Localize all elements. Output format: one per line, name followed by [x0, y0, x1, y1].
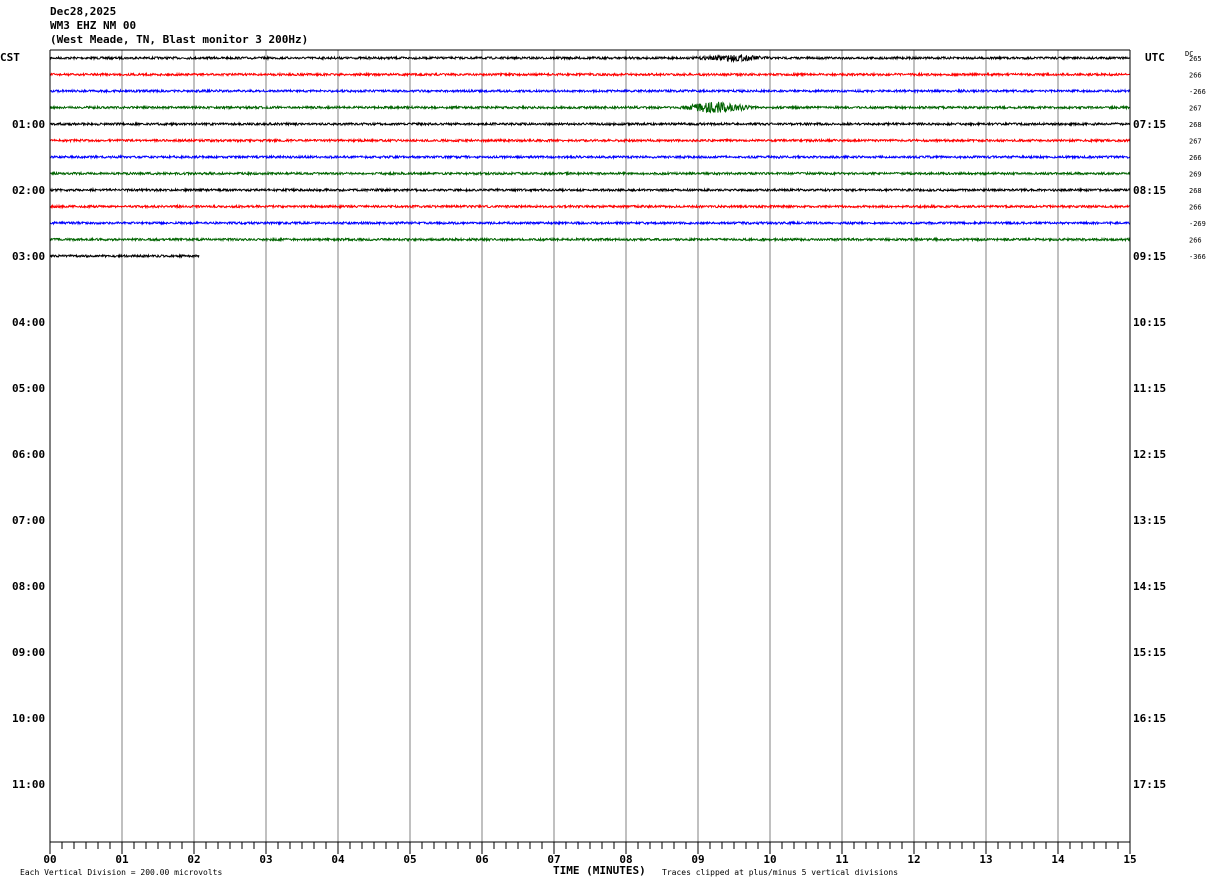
- right-hour-label: 17:15: [1133, 778, 1166, 791]
- right-hour-label: 11:15: [1133, 382, 1166, 395]
- dc-offset-label: 268: [1189, 121, 1202, 129]
- trace-row: [49, 203, 1131, 210]
- x-tick-label: 11: [835, 853, 849, 866]
- dc-offset-label: 267: [1189, 138, 1202, 146]
- x-tick-label: 01: [115, 853, 129, 866]
- dc-offset-label: 269: [1189, 171, 1202, 179]
- right-hour-label: 15:15: [1133, 646, 1166, 659]
- right-hour-label: 16:15: [1133, 712, 1166, 725]
- x-tick-label: 05: [403, 853, 416, 866]
- dc-offset-label: 266: [1189, 237, 1202, 245]
- right-axis-title: UTC: [1145, 51, 1165, 64]
- left-hour-label: 05:00: [12, 382, 45, 395]
- trace-row: [49, 253, 200, 259]
- left-hour-label: 08:00: [12, 580, 45, 593]
- x-tick-label: 04: [331, 853, 345, 866]
- dc-column-label: DC: [1185, 50, 1193, 58]
- dc-offset-label: -266: [1189, 88, 1206, 96]
- x-tick-label: 10: [763, 853, 776, 866]
- left-hour-label: 01:00: [12, 118, 45, 131]
- x-axis-title: TIME (MINUTES): [553, 864, 646, 877]
- dc-offset-label: 266: [1189, 72, 1202, 80]
- right-hour-label: 10:15: [1133, 316, 1166, 329]
- minute-gridlines: [121, 50, 1059, 842]
- right-hour-label: 08:15: [1133, 184, 1166, 197]
- vertical-division-note: Each Vertical Division = 200.00 microvol…: [20, 868, 222, 877]
- x-tick-label: 00: [43, 853, 56, 866]
- left-hour-label: 09:00: [12, 646, 45, 659]
- trace-row: [49, 101, 1131, 114]
- x-tick-label: 09: [691, 853, 704, 866]
- x-tick-label: 02: [187, 853, 200, 866]
- trace-row: [49, 153, 1131, 161]
- trace-row: [49, 88, 1131, 95]
- left-hour-label: 03:00: [12, 250, 45, 263]
- clip-note: Traces clipped at plus/minus 5 vertical …: [662, 868, 898, 877]
- left-axis-title: CST: [0, 51, 20, 64]
- trace-row: [49, 71, 1131, 78]
- trace-row: [49, 220, 1131, 227]
- left-hour-label: 06:00: [12, 448, 45, 461]
- trace-row: [49, 186, 1131, 194]
- trace-row: [49, 121, 1131, 127]
- right-hour-label: 09:15: [1133, 250, 1166, 263]
- x-tick-label: 15: [1123, 853, 1136, 866]
- left-hour-label: 11:00: [12, 778, 45, 791]
- right-hour-label: 14:15: [1133, 580, 1166, 593]
- dc-offset-label: 267: [1189, 105, 1202, 113]
- helicorder-plot: 00 01 02 03 04 05 06 07 08 09 10 11 12 13 14 1501:00 07:…: [0, 49, 1206, 877]
- left-hour-label: 07:00: [12, 514, 45, 527]
- trace-row: [49, 53, 1131, 64]
- dc-offset-label: 268: [1189, 187, 1202, 195]
- dc-offset-label: -366: [1189, 253, 1206, 261]
- left-hour-label: 04:00: [12, 316, 45, 329]
- trace-row: [49, 236, 1131, 243]
- seismic-traces: [49, 53, 1131, 259]
- right-hour-label: 07:15: [1133, 118, 1166, 131]
- trace-row: [49, 170, 1131, 177]
- x-tick-label: 06: [475, 853, 489, 866]
- right-hour-label: 13:15: [1133, 514, 1166, 527]
- dc-offset-label: -269: [1189, 220, 1206, 228]
- x-tick-label: 03: [259, 853, 272, 866]
- x-tick-label: 13: [979, 853, 992, 866]
- left-hour-label: 02:00: [12, 184, 45, 197]
- dc-offset-label: 266: [1189, 154, 1202, 162]
- trace-row: [49, 137, 1131, 144]
- right-hour-label: 12:15: [1133, 448, 1166, 461]
- x-tick-label: 14: [1051, 853, 1065, 866]
- x-tick-label: 12: [907, 853, 920, 866]
- left-hour-label: 10:00: [12, 712, 45, 725]
- dc-offset-label: 266: [1189, 204, 1202, 212]
